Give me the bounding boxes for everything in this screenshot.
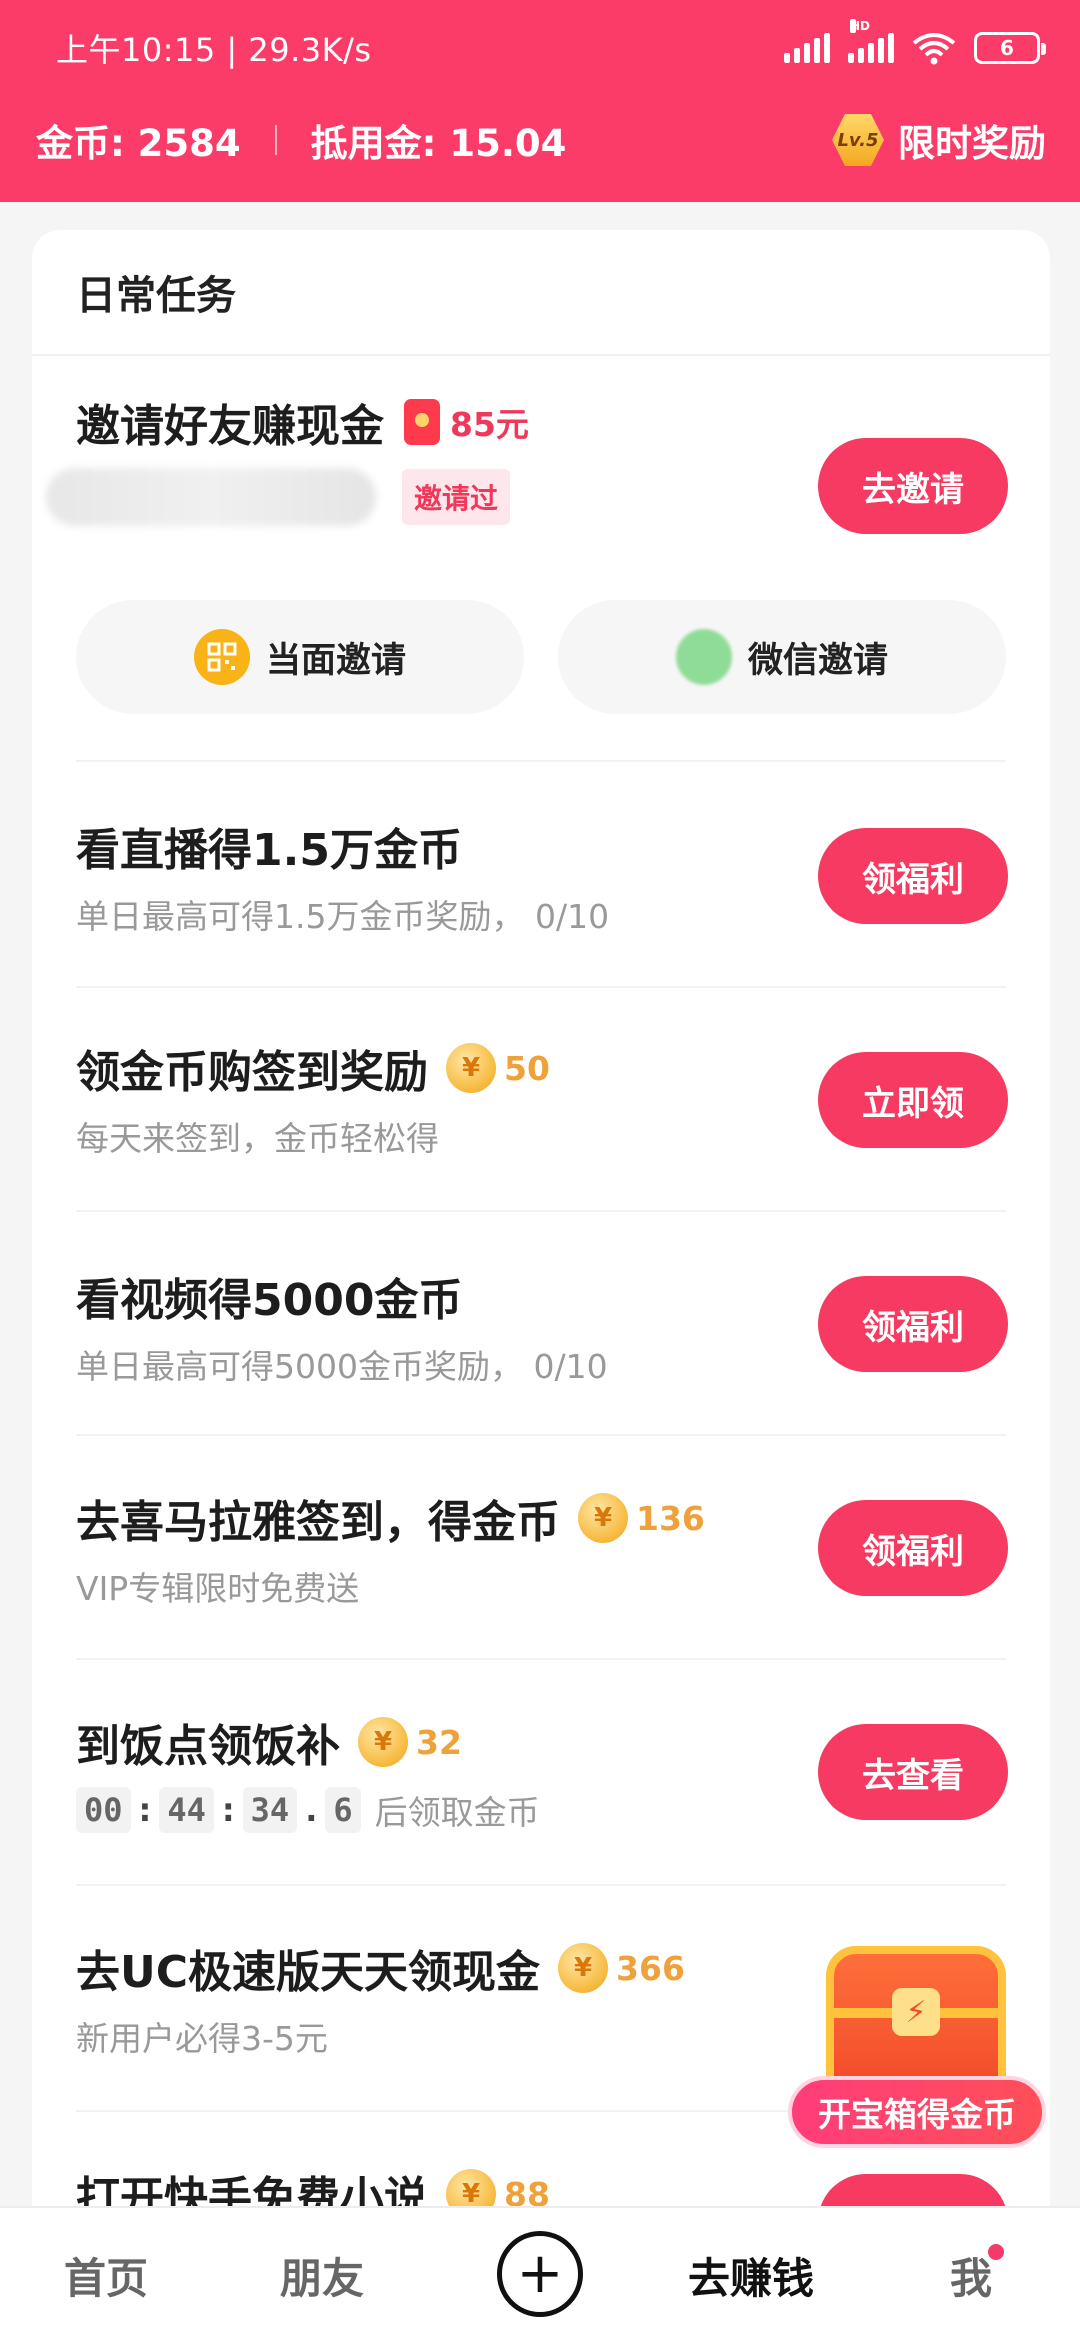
status-time-speed: 上午10:15 | 29.3K/s: [56, 31, 372, 69]
battery-icon: 6: [974, 32, 1046, 64]
coin-icon: ¥: [558, 1943, 609, 1993]
status-bar: 上午10:15 | 29.3K/s HD 6: [0, 0, 1080, 96]
coin-divider: [274, 125, 277, 155]
daily-task-card: 日常任务 邀请好友赚现金 85元 邀请过 去邀请 当面邀请 微信邀请 看直播得1…: [32, 230, 1050, 2240]
level-badge-icon[interactable]: Lv.5: [832, 114, 884, 166]
signal-icon: [784, 33, 830, 63]
nav-me[interactable]: 我: [950, 2208, 992, 2340]
task-title: 看直播得1.5万金币: [76, 825, 462, 876]
divider: [76, 760, 1006, 762]
nav-home[interactable]: 首页: [64, 2208, 148, 2340]
task-title: 去喜马拉雅签到，得金币: [76, 1497, 560, 1548]
divider: [76, 1210, 1006, 1212]
treasure-chest-icon: ⚡: [826, 1946, 1006, 2096]
hd-label: HD: [850, 19, 871, 33]
task-title: 看视频得5000金币: [76, 1275, 463, 1326]
invite-button[interactable]: 去邀请: [818, 438, 1008, 534]
task-title: 到饭点领饭补: [76, 1721, 340, 1772]
wifi-icon: [912, 33, 956, 65]
treasure-label: 开宝箱得金币: [788, 2076, 1046, 2148]
face-invite-button[interactable]: 当面邀请: [76, 600, 524, 714]
invited-tag: 邀请过: [402, 469, 511, 525]
task-reward: 136: [636, 1498, 705, 1538]
divider: [76, 1884, 1006, 1886]
task-action-button[interactable]: 立即领: [818, 1052, 1008, 1148]
treasure-chest-button[interactable]: ⚡ 开宝箱得金币: [788, 1946, 1046, 2156]
cash-balance[interactable]: 抵用金: 15.04: [311, 113, 567, 167]
section-title: 日常任务: [32, 230, 1050, 356]
countdown-hours: 00: [76, 1787, 131, 1833]
blurred-friend-avatars: [46, 468, 376, 526]
task-action-button[interactable]: 领福利: [818, 828, 1008, 924]
coin-icon: ¥: [578, 1493, 628, 1543]
status-icons: HD 6: [784, 19, 1046, 65]
countdown-tenths: 6: [325, 1787, 361, 1833]
countdown-minutes: 44: [159, 1787, 214, 1833]
task-action-button[interactable]: 领福利: [818, 1276, 1008, 1372]
divider: [76, 1658, 1006, 1660]
red-packet-icon: [404, 399, 440, 445]
nav-earn[interactable]: 去赚钱: [688, 2208, 814, 2340]
notification-dot: [988, 2244, 1004, 2260]
coin-balance[interactable]: 金币: 2584: [36, 113, 241, 167]
coin-bar: 金币: 2584 抵用金: 15.04 Lv.5 限时奖励: [0, 100, 1080, 180]
wechat-invite-label: 微信邀请: [747, 640, 888, 681]
qr-code-icon: [193, 629, 250, 685]
task-title: 去UC极速版天天领现金: [76, 1947, 541, 1998]
task-action-button[interactable]: 领福利: [818, 1500, 1008, 1596]
task-title: 邀请好友赚现金: [76, 401, 384, 452]
nav-friends[interactable]: 朋友: [280, 2208, 364, 2340]
divider: [76, 986, 1006, 988]
chest-lock-icon: ⚡: [892, 1988, 940, 2036]
coin-icon: ¥: [358, 1717, 408, 1767]
countdown-seconds: 34: [242, 1787, 298, 1833]
face-invite-label: 当面邀请: [265, 640, 406, 681]
top-header: 上午10:15 | 29.3K/s HD 6 金币: 2584 抵用金: 15.…: [0, 0, 1080, 202]
create-plus-icon[interactable]: +: [497, 2231, 583, 2317]
signal-hd-icon: HD: [848, 19, 894, 63]
task-subtitle: 后领取金币: [374, 1793, 540, 1832]
coin-icon: ¥: [446, 1043, 496, 1093]
task-reward: 32: [416, 1722, 462, 1762]
task-action-button[interactable]: 去查看: [818, 1724, 1008, 1820]
limited-reward-link[interactable]: 限时奖励: [898, 113, 1046, 167]
wechat-icon: [675, 629, 732, 685]
bottom-nav: 首页 朋友 + 去赚钱 我: [0, 2206, 1080, 2340]
task-reward: 366: [616, 1948, 685, 1988]
task-title: 领金币购签到奖励: [76, 1047, 428, 1098]
divider: [76, 1434, 1006, 1436]
wechat-invite-button[interactable]: 微信邀请: [558, 600, 1006, 714]
task-reward: 50: [504, 1048, 550, 1088]
invite-reward: 85元: [450, 405, 529, 444]
